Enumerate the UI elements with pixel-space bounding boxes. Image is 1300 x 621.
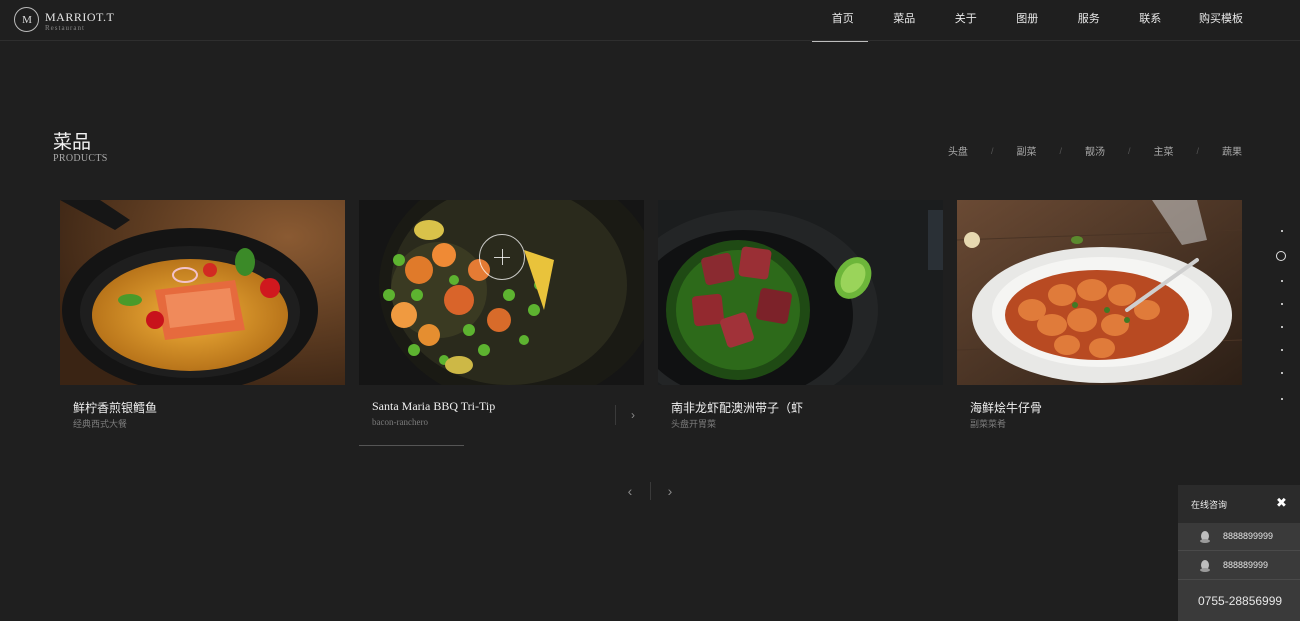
nav-item-home[interactable]: 首页	[812, 0, 874, 42]
product-card[interactable]: Santa Maria BBQ Tri-Tip bacon-ranchero ›	[359, 200, 644, 450]
product-title[interactable]: 海鲜烩牛仔骨	[970, 399, 1042, 416]
zoom-plus-icon[interactable]	[479, 234, 525, 280]
product-card[interactable]: 鲜柠香煎银鳕鱼 经典西式大餐	[60, 200, 345, 450]
side-dot-navigation	[1276, 230, 1288, 405]
gnocchi-tomato-dish-image[interactable]	[957, 200, 1242, 385]
filter-main-course[interactable]: 主菜	[1153, 143, 1173, 158]
filter-separator: /	[1059, 145, 1062, 156]
close-icon[interactable]: ✖	[1276, 495, 1287, 511]
category-filters: 头盘 / 副菜 / 靓汤 / 主菜 / 蔬果	[948, 143, 1242, 159]
consult-contact-row[interactable]: 888889999	[1178, 552, 1300, 580]
side-dot[interactable]	[1281, 303, 1283, 305]
brand-subtitle: Restaurant	[45, 24, 85, 32]
nav-item-products[interactable]: 菜品	[874, 0, 936, 41]
carousel-pager: ‹ ›	[620, 480, 680, 502]
side-dot[interactable]	[1281, 280, 1283, 282]
consult-header: 在线咨询 ✖	[1178, 485, 1300, 523]
side-dot[interactable]	[1281, 372, 1283, 374]
logo[interactable]: M MARRIOT.T Restaurant	[14, 6, 114, 36]
product-title[interactable]: 南非龙虾配澳洲带子（虾	[671, 399, 803, 416]
filter-separator: /	[1196, 145, 1199, 156]
qq-icon	[1200, 531, 1210, 543]
side-dot-active[interactable]	[1276, 251, 1286, 261]
nav-item-gallery[interactable]: 图册	[997, 0, 1059, 41]
logo-emblem-icon: M	[14, 7, 39, 32]
nav-item-services[interactable]: 服务	[1058, 0, 1120, 41]
product-subtitle: 经典西式大餐	[73, 419, 128, 429]
product-carousel: 鲜柠香煎银鳕鱼 经典西式大餐 Santa Maria BBQ Tri-Tip b…	[60, 200, 1242, 450]
card-underline	[359, 445, 464, 446]
filter-side-dish[interactable]: 副菜	[1016, 143, 1036, 158]
consult-title: 在线咨询	[1191, 500, 1228, 510]
salmon-skillet-dish-image[interactable]	[60, 200, 345, 385]
filter-separator: /	[1127, 145, 1131, 156]
qq-number[interactable]: 8888899999	[1223, 531, 1273, 541]
side-dot[interactable]	[1281, 349, 1283, 351]
product-subtitle: 副菜菜肴	[970, 419, 1007, 429]
chevron-right-icon[interactable]: ›	[615, 405, 635, 425]
main-nav: 首页 菜品 关于 图册 服务 联系 购买模板	[812, 0, 1261, 42]
nav-item-contact[interactable]: 联系	[1120, 0, 1182, 41]
nav-item-buy-template[interactable]: 购买模板	[1181, 0, 1261, 41]
pager-prev-chevron-icon[interactable]: ‹	[620, 480, 640, 502]
qq-number[interactable]: 888889999	[1223, 560, 1268, 570]
product-subtitle: 头盘开胃菜	[671, 419, 717, 429]
consult-contact-row[interactable]: 8888899999	[1178, 523, 1300, 551]
qq-icon	[1200, 560, 1210, 572]
product-card[interactable]: 海鲜烩牛仔骨 副菜菜肴	[957, 200, 1242, 450]
product-subtitle: bacon-ranchero	[372, 417, 428, 427]
header: M MARRIOT.T Restaurant 首页 菜品 关于 图册 服务 联系…	[0, 0, 1300, 42]
filter-soup[interactable]: 靓汤	[1085, 143, 1105, 158]
side-dot[interactable]	[1281, 326, 1283, 328]
product-title[interactable]: 鲜柠香煎银鳕鱼	[73, 399, 157, 416]
product-card[interactable]: 南非龙虾配澳洲带子（虾 头盘开胃菜	[658, 200, 943, 450]
pager-divider	[650, 482, 651, 500]
section-title: 菜品	[53, 132, 92, 153]
filter-starter[interactable]: 头盘	[948, 143, 968, 158]
brand-name: MARRIOT.T	[45, 10, 115, 24]
logo-monogram: M	[22, 13, 32, 26]
pager-next-chevron-icon[interactable]: ›	[660, 480, 680, 502]
filter-vegetables[interactable]: 蔬果	[1222, 143, 1242, 158]
side-dot[interactable]	[1281, 398, 1283, 400]
steak-pesto-dish-image[interactable]	[658, 200, 943, 385]
section-subtitle: PRODUCTS	[53, 153, 108, 164]
online-consult-panel: 在线咨询 ✖ 8888899999 888889999 0755-2885699…	[1178, 485, 1300, 621]
nav-item-about[interactable]: 关于	[935, 0, 997, 41]
consult-phone[interactable]: 0755-28856999	[1198, 594, 1282, 608]
filter-separator: /	[990, 145, 994, 156]
side-dot[interactable]	[1281, 230, 1283, 232]
vegetable-plate-dish-image[interactable]	[359, 200, 644, 385]
product-title[interactable]: Santa Maria BBQ Tri-Tip	[372, 399, 495, 414]
